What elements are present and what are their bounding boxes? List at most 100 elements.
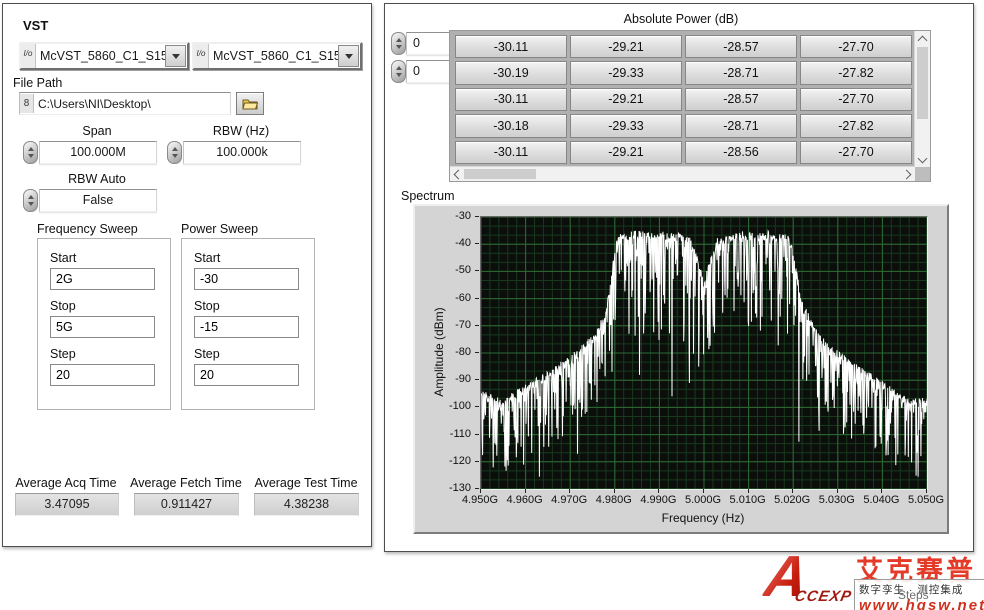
y-tick-mark (475, 298, 479, 299)
table-horizontal-scrollbar[interactable] (450, 166, 915, 181)
x-tick-mark (480, 489, 481, 493)
freq-stop-input[interactable] (50, 316, 155, 338)
power-cell: -29.33 (570, 61, 682, 84)
spectrum-graph-label: Spectrum (401, 189, 455, 203)
x-tick-mark (881, 489, 882, 493)
io-type-icon: I/o (194, 44, 209, 68)
y-tick-label: -110 (421, 428, 471, 440)
browse-folder-button[interactable] (236, 92, 264, 115)
span-label: Span (39, 124, 155, 138)
brand-en-text: CCEXP (793, 588, 853, 605)
power-start-label: Start (194, 251, 220, 265)
power-cell: -28.57 (685, 88, 797, 111)
x-tick-mark (748, 489, 749, 493)
y-tick-mark (475, 488, 479, 489)
scroll-up-button[interactable] (915, 31, 930, 46)
vst-resource-0-value: McVST_5860_C1_S15/0 (36, 49, 165, 63)
table-row-index-value[interactable]: 0 (406, 32, 452, 55)
power-cell: -28.71 (685, 61, 797, 84)
power-cell: -29.21 (570, 88, 682, 111)
scrollbar-corner (915, 167, 930, 181)
frequency-sweep-group: Start Stop Step (37, 238, 171, 410)
file-path-field[interactable]: 8 C:\Users\NI\Desktop\ (19, 92, 231, 115)
power-cell: -30.11 (455, 88, 567, 111)
power-step-input[interactable] (194, 364, 299, 386)
rbw-increment-decrement[interactable] (167, 141, 182, 164)
x-tick-mark (792, 489, 793, 493)
average-test-time-value: 4.38238 (254, 493, 359, 516)
scroll-right-button[interactable] (901, 167, 915, 181)
y-tick-label: -70 (421, 319, 471, 331)
freq-start-label: Start (50, 251, 76, 265)
table-col-index-spinner[interactable] (391, 60, 406, 83)
labview-front-panel: VST I/o McVST_5860_C1_S15/0 I/o McVST_58… (0, 0, 984, 610)
frequency-sweep-label: Frequency Sweep (37, 222, 138, 236)
power-cell: -30.11 (455, 141, 567, 164)
spectrum-plot-area (480, 216, 928, 490)
vst-config-panel: VST I/o McVST_5860_C1_S15/0 I/o McVST_58… (2, 3, 372, 547)
steps-overlap-text: Steps (898, 588, 929, 602)
x-tick-mark (614, 489, 615, 493)
y-tick-label: -30 (421, 210, 471, 222)
scroll-left-button[interactable] (450, 167, 464, 181)
power-cell: -27.70 (800, 35, 912, 58)
y-tick-label: -100 (421, 400, 471, 412)
freq-step-label: Step (50, 347, 76, 361)
x-tick-mark (837, 489, 838, 493)
y-tick-mark (475, 352, 479, 353)
y-tick-mark (475, 379, 479, 380)
io-type-icon: I/o (21, 44, 36, 68)
table-row-index-spinner[interactable] (391, 32, 406, 55)
power-cell: -30.11 (455, 35, 567, 58)
power-cell: -27.82 (800, 61, 912, 84)
power-cell: -27.70 (800, 88, 912, 111)
power-start-input[interactable] (194, 268, 299, 290)
freq-step-input[interactable] (50, 364, 155, 386)
spectrum-chart: Amplitude (dBm) -30-40-50-60-70-80-90-10… (413, 204, 949, 534)
horizontal-scroll-thumb[interactable] (464, 169, 536, 179)
x-tick-mark (926, 489, 927, 493)
rbw-auto-value[interactable]: False (39, 189, 157, 212)
average-acq-time-label: Average Acq Time (9, 476, 123, 490)
y-tick-mark (475, 270, 479, 271)
power-stop-label: Stop (194, 299, 220, 313)
y-tick-mark (475, 461, 479, 462)
power-cell: -27.82 (800, 114, 912, 137)
y-tick-label: -80 (421, 346, 471, 358)
average-test-time-label: Average Test Time (249, 476, 363, 490)
x-tick-mark (569, 489, 570, 493)
y-tick-mark (475, 243, 479, 244)
rbw-auto-increment-decrement[interactable] (23, 189, 38, 212)
power-cell: -28.57 (685, 35, 797, 58)
rbw-auto-label: RBW Auto (39, 172, 155, 186)
power-stop-input[interactable] (194, 316, 299, 338)
power-sweep-label: Power Sweep (181, 222, 258, 236)
table-vertical-scrollbar[interactable] (914, 31, 930, 167)
freq-start-input[interactable] (50, 268, 155, 290)
y-tick-mark (475, 216, 479, 217)
span-value[interactable]: 100.000M (39, 141, 157, 164)
spectrum-trace (481, 217, 927, 489)
vst-section-label: VST (23, 18, 48, 33)
y-tick-label: -40 (421, 237, 471, 249)
vst-resource-select-0[interactable]: I/o McVST_5860_C1_S15/0 (19, 42, 189, 70)
file-path-label: File Path (13, 76, 62, 90)
vst-resource-select-1[interactable]: I/o McVST_5860_C1_S15/1 (192, 42, 362, 70)
path-type-icon: 8 (20, 94, 34, 113)
power-cell: -30.18 (455, 114, 567, 137)
power-sweep-group: Start Stop Step (181, 238, 315, 410)
scroll-down-button[interactable] (915, 152, 930, 167)
dropdown-arrow-icon[interactable] (165, 45, 186, 67)
y-tick-mark (475, 325, 479, 326)
x-tick-mark (703, 489, 704, 493)
rbw-label: RBW (Hz) (183, 124, 299, 138)
y-tick-mark (475, 406, 479, 407)
vertical-scroll-thumb[interactable] (917, 47, 928, 119)
average-fetch-time-value: 0.911427 (134, 493, 239, 516)
y-tick-label: -90 (421, 373, 471, 385)
dropdown-arrow-icon[interactable] (338, 45, 359, 67)
table-col-index-value[interactable]: 0 (406, 60, 452, 83)
x-axis-title: Frequency (Hz) (662, 511, 745, 525)
span-increment-decrement[interactable] (23, 141, 38, 164)
rbw-value[interactable]: 100.000k (183, 141, 301, 164)
